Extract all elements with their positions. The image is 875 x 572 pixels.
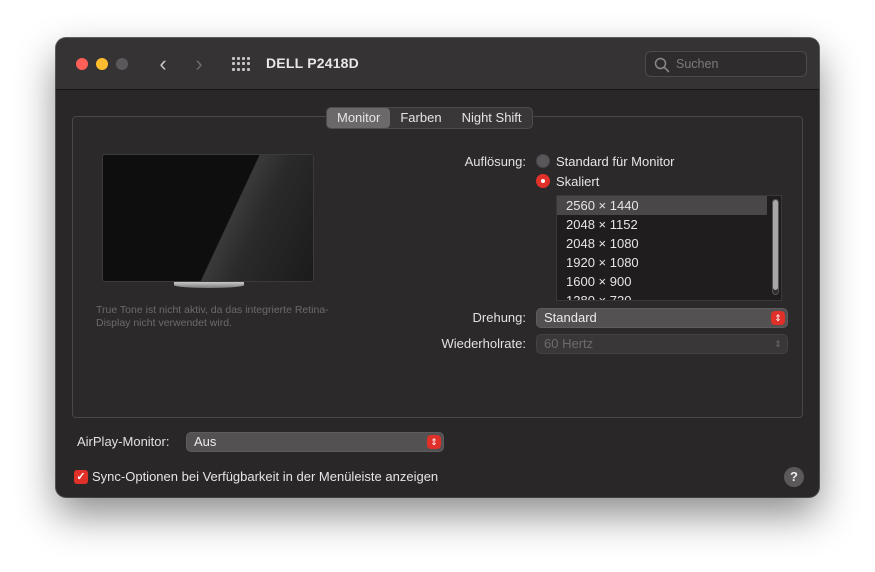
popup-chevron-icon: ⇕	[774, 339, 782, 349]
forward-chevron-icon[interactable]: ›	[188, 52, 210, 76]
search-icon	[654, 57, 670, 73]
rotation-value: Standard	[544, 310, 597, 325]
sync-options-label[interactable]: Sync-Optionen bei Verfügbarkeit in der M…	[92, 469, 438, 484]
airplay-popup[interactable]: Aus ⇕	[186, 432, 444, 452]
refresh-rate-popup[interactable]: 60 Hertz ⇕	[536, 334, 788, 354]
display-preferences-window: ‹ › DELL P2418D Suchen Monitor Farben Ni…	[56, 38, 819, 497]
resolution-list-scrollbar[interactable]	[772, 199, 779, 295]
resolution-label: Auflösung:	[464, 154, 526, 169]
sync-options-checkbox[interactable]: ✓	[74, 470, 88, 484]
radio-scaled[interactable]	[536, 174, 550, 188]
rotation-popup[interactable]: Standard ⇕	[536, 308, 788, 328]
title-bar: ‹ › DELL P2418D Suchen	[56, 38, 819, 90]
back-chevron-icon[interactable]: ‹	[152, 52, 174, 76]
radio-standard-for-monitor[interactable]	[536, 154, 550, 168]
refresh-rate-value: 60 Hertz	[544, 336, 594, 351]
resolution-list-item[interactable]: 1280 × 720	[557, 291, 767, 300]
monitor-stand	[174, 282, 244, 288]
radio-scaled-label: Skaliert	[556, 174, 600, 189]
refresh-rate-label: Wiederholrate:	[441, 336, 526, 351]
airplay-label: AirPlay-Monitor:	[77, 434, 170, 449]
resolution-list-item[interactable]: 1920 × 1080	[557, 253, 767, 272]
search-field[interactable]: Suchen	[645, 51, 807, 77]
tab-bar: Monitor Farben Night Shift	[326, 107, 533, 129]
popup-chevron-icon: ⇕	[427, 435, 441, 449]
scrollbar-thumb[interactable]	[773, 200, 778, 290]
tab-monitor[interactable]: Monitor	[327, 108, 391, 128]
resolution-list[interactable]: 2560 × 1440 2048 × 1152 2048 × 1080 1920…	[556, 195, 782, 301]
search-placeholder: Suchen	[676, 57, 719, 71]
resolution-list-item[interactable]: 2560 × 1440	[557, 196, 767, 215]
close-window-button[interactable]	[76, 58, 88, 70]
resolution-list-item[interactable]: 2048 × 1080	[557, 234, 767, 253]
resolution-list-item[interactable]: 2048 × 1152	[557, 215, 767, 234]
zoom-window-button[interactable]	[116, 58, 128, 70]
rotation-label: Drehung:	[472, 310, 526, 325]
tab-night-shift[interactable]: Night Shift	[452, 108, 532, 128]
truetone-note: True Tone ist nicht aktiv, da das integr…	[96, 304, 329, 329]
airplay-value: Aus	[194, 434, 217, 449]
popup-chevron-icon: ⇕	[771, 311, 785, 325]
show-all-grid-icon[interactable]	[232, 57, 250, 71]
radio-standard-label: Standard für Monitor	[556, 154, 675, 169]
resolution-list-item[interactable]: 1600 × 900	[557, 272, 767, 291]
monitor-preview-image	[102, 154, 314, 282]
minimize-window-button[interactable]	[96, 58, 108, 70]
help-button[interactable]: ?	[784, 467, 804, 487]
tab-farben[interactable]: Farben	[390, 108, 451, 128]
window-title: DELL P2418D	[266, 55, 359, 71]
